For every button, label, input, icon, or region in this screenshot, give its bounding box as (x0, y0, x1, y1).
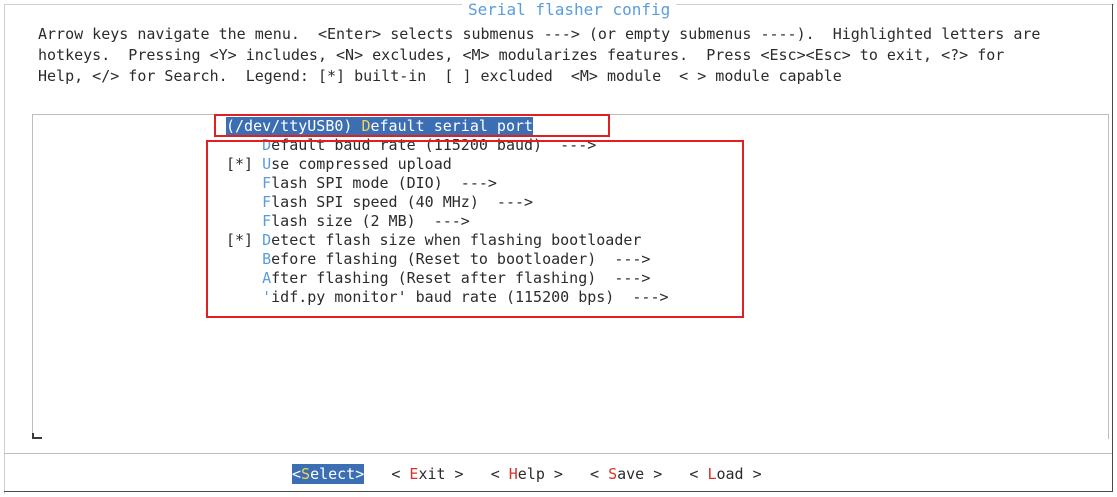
window-shadow-bottom (4, 491, 1113, 492)
button-bracket: < (689, 465, 708, 483)
button-bracket: < (490, 465, 509, 483)
button-bracket: > (743, 465, 762, 483)
help-line: hotkeys. Pressing <Y> includes, <N> excl… (38, 46, 1005, 64)
select-button[interactable]: <Select> (292, 464, 365, 484)
button-bracket: > (355, 465, 365, 483)
button-bracket: < (292, 465, 302, 483)
window-shadow-right (1112, 4, 1113, 492)
button-bracket: > (445, 465, 464, 483)
button-bracket: > (644, 465, 663, 483)
button-hotkey: S (608, 465, 618, 483)
button-bracket: < (391, 465, 410, 483)
button-hotkey: H (508, 465, 518, 483)
button-label: elect (310, 465, 356, 483)
help-button[interactable]: < Help > (491, 464, 563, 484)
button-label: ave (617, 465, 645, 483)
button-bracket: < (590, 465, 609, 483)
save-button[interactable]: < Save > (590, 464, 662, 484)
exit-button[interactable]: < Exit > (391, 464, 463, 484)
load-button[interactable]: < Load > (689, 464, 761, 484)
button-bar: <Select> < Exit > < Help > < Save > < Lo… (292, 464, 762, 484)
button-label: elp (517, 465, 545, 483)
menu-list-corner (32, 433, 42, 439)
help-line: Arrow keys navigate the menu. <Enter> se… (38, 25, 1041, 43)
window-title: Serial flasher config (462, 1, 677, 19)
button-label: xit (418, 465, 446, 483)
button-hotkey: S (301, 465, 311, 483)
annotation-highlight-selected (214, 114, 610, 137)
annotation-highlight-options (206, 140, 744, 318)
button-bar-separator (4, 453, 1112, 454)
help-text: Arrow keys navigate the menu. <Enter> se… (38, 24, 1108, 87)
button-bracket: > (544, 465, 563, 483)
button-label: oad (716, 465, 744, 483)
help-line: Help, </> for Search. Legend: [*] built-… (38, 67, 842, 85)
